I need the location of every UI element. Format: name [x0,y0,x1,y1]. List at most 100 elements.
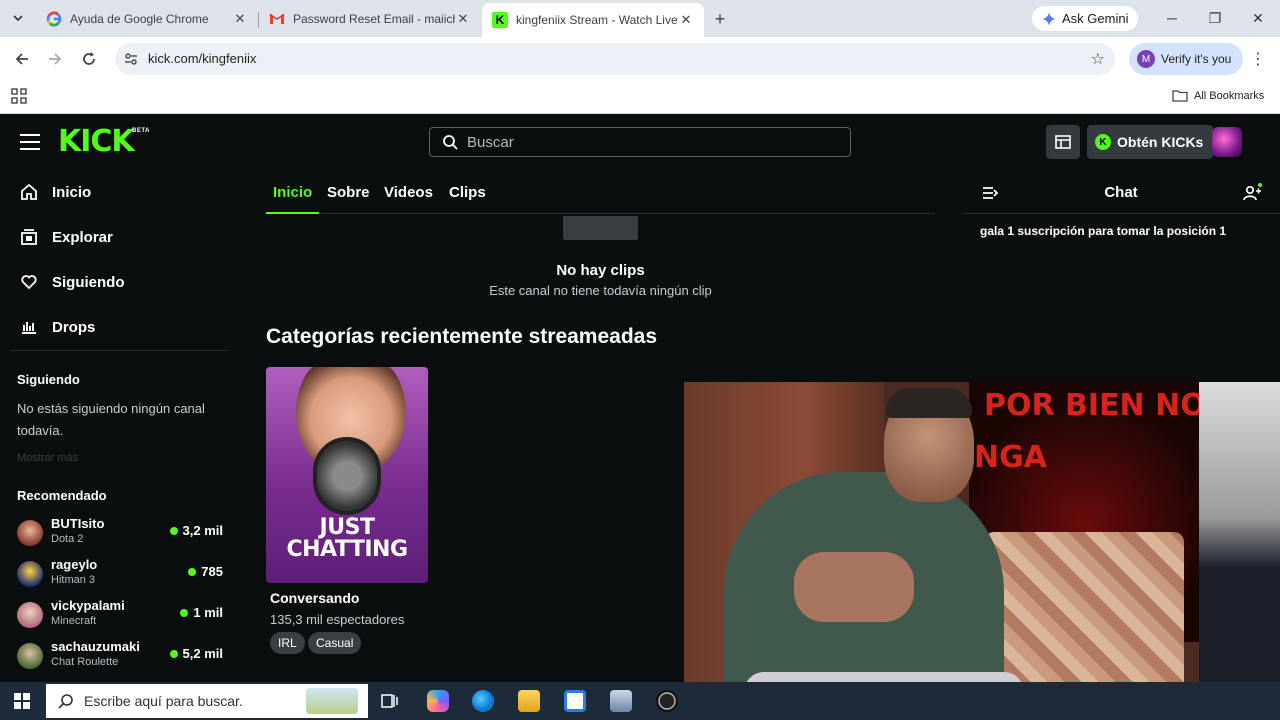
channel-category: Minecraft [51,615,97,627]
sidebar-item-explorar[interactable]: Explorar [20,225,113,249]
app-icon[interactable] [610,690,632,712]
apps-grid-icon[interactable] [11,88,27,104]
category-name[interactable]: Conversando [270,590,359,606]
microsoft-store-icon[interactable] [564,690,586,712]
taskbar-search[interactable]: Escribe aquí para buscar. [46,684,368,718]
viewer-count: 5,2 mil [169,646,223,661]
banner-text: NGA [974,440,1047,475]
microphone-icon [313,437,381,515]
drops-icon [22,322,36,334]
address-bar[interactable]: kick.com/kingfeniix ☆ [115,43,1115,75]
tag-irl[interactable]: IRL [270,632,305,654]
banner-text: POR BIEN NO [984,388,1206,423]
card-title-line: JUST [319,515,375,540]
tab-title: Ayuda de Google Chrome [70,11,209,26]
forward-button[interactable] [44,48,66,70]
category-card[interactable]: JUST CHATTING [266,367,428,583]
recommended-channel[interactable]: BUTIsito Dota 2 3,2 mil [17,516,227,550]
avatar [17,561,43,587]
hamburger-menu-icon[interactable] [20,134,40,150]
recommended-channel[interactable]: rageylo Hitman 3 785 [17,557,227,591]
home-icon [21,183,37,200]
search-input[interactable] [467,133,827,151]
star-icon[interactable]: ☆ [1091,49,1105,69]
folder-icon [1172,90,1188,102]
following-empty-text: No estás siguiendo ningún canal todavía. [17,401,205,438]
bookmarks-bar: All Bookmarks [0,81,1280,114]
following-heading: Siguiendo [17,372,80,387]
sidebar-item-drops[interactable]: Drops [20,315,95,339]
get-kicks-button[interactable]: K Obtén KICKs [1087,125,1214,159]
search-icon [443,135,458,150]
close-icon[interactable]: ✕ [455,11,471,27]
ask-gemini-button[interactable]: Ask Gemini [1032,6,1139,31]
chat-title: Chat [1104,184,1138,201]
no-clips-subtitle: Este canal no tiene todavía ningún clip [489,283,712,298]
recommended-channel[interactable]: vickypalami Minecraft 1 mil [17,598,227,632]
viewer-count-value: 1 mil [193,605,223,620]
edge-icon[interactable] [472,690,494,712]
users-icon[interactable] [1242,183,1262,203]
reload-button[interactable] [78,48,100,70]
windows-start-icon[interactable] [14,693,30,709]
tab-search-button[interactable] [6,6,30,30]
sidebar-item-siguiendo[interactable]: Siguiendo [20,270,125,294]
tab-inicio[interactable]: Inicio [273,184,312,201]
webcam-overlay: POR BIEN NO NGA [684,382,1280,720]
close-icon[interactable]: ✕ [678,12,694,28]
heart-icon [21,275,37,290]
copilot-icon[interactable] [427,690,449,712]
get-kicks-label: Obtén KICKs [1117,134,1204,150]
sidebar-item-label: Explorar [52,228,113,246]
chevron-down-icon [13,15,23,22]
all-bookmarks-button[interactable]: All Bookmarks [1172,89,1264,102]
file-explorer-icon[interactable] [518,690,540,712]
taskbar-search-placeholder: Escribe aquí para buscar. [84,693,243,709]
ask-gemini-label: Ask Gemini [1062,11,1129,26]
sidebar-item-label: Siguiendo [52,273,125,291]
close-icon[interactable]: ✕ [232,11,248,27]
kick-logo[interactable]: KICK [58,127,135,157]
tab-videos[interactable]: Videos [384,184,433,201]
channel-name: sachauzumaki [51,639,140,654]
url-text: kick.com/kingfeniix [148,51,257,66]
tag-casual[interactable]: Casual [308,632,362,654]
show-more-link[interactable]: Mostrar más [17,452,78,464]
reload-icon [83,52,95,65]
category-viewers: 135,3 mil espectadores [270,612,405,627]
arrow-right-icon [49,53,62,65]
profile-button[interactable]: M Verify it's you [1129,43,1244,75]
sidebar-item-inicio[interactable]: Inicio [20,180,91,204]
viewer-count-value: 785 [201,564,223,579]
arrow-left-icon [15,53,28,65]
avatar [17,643,43,669]
browser-tab-1[interactable]: Ayuda de Google Chrome ✕ [36,3,258,34]
browser-tab-2[interactable]: Password Reset Email - maiiche ✕ [259,3,481,34]
explore-icon [21,229,37,245]
tab-clips[interactable]: Clips [449,184,486,201]
minimize-button[interactable]: ─ [1162,8,1182,28]
restore-button[interactable]: ❐ [1205,8,1225,28]
tab-sobre[interactable]: Sobre [327,184,370,201]
channel-category: Chat Roulette [51,656,119,668]
back-button[interactable] [11,48,33,70]
task-view-icon[interactable] [379,690,401,712]
sidebar-item-label: Drops [52,318,96,336]
search-box[interactable] [429,127,851,157]
browser-tab-3[interactable]: K kingfeniix Stream - Watch Live o ✕ [482,3,704,37]
beta-badge: BETA [132,128,150,134]
channel-name: BUTIsito [51,516,105,531]
site-settings-icon[interactable] [123,51,139,67]
tabs-divider [266,213,935,214]
close-window-button[interactable]: ✕ [1248,8,1268,28]
recommended-channel[interactable]: sachauzumaki Chat Roulette 5,2 mil [17,639,227,673]
categories-heading: Categorías recientemente streameadas [266,325,658,348]
search-highlight-image [306,688,358,714]
all-bookmarks-label: All Bookmarks [1194,89,1265,102]
store-button[interactable] [1046,125,1080,159]
obs-icon[interactable] [656,690,678,712]
user-avatar[interactable] [1212,127,1242,157]
menu-icon[interactable]: ⋮ [1250,49,1266,69]
gemini-icon [1042,11,1056,26]
new-tab-button[interactable]: + [708,7,732,31]
